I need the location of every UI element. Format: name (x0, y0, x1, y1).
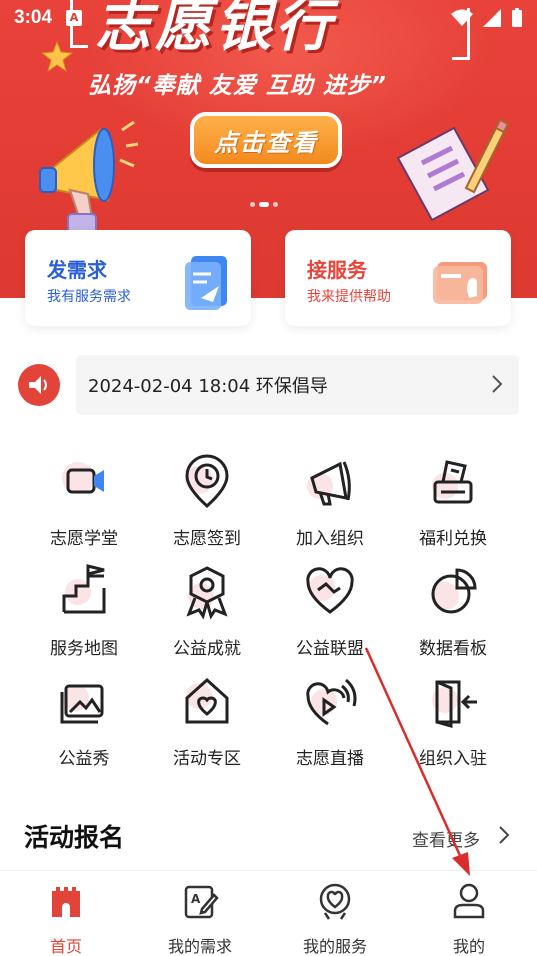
grid-item-label: 志愿直播 (296, 749, 364, 769)
status-bar: 3:04 A (0, 0, 537, 36)
carousel-dot (250, 202, 255, 207)
heart-badge-icon (319, 883, 351, 920)
tab-label: 首页 (49, 937, 82, 956)
provide-service-card[interactable]: 接服务 我来提供帮助 (285, 230, 511, 326)
tab-profile[interactable]: 我的 (409, 881, 529, 956)
pie-chart-icon (431, 568, 477, 614)
banner-view-button[interactable]: 点击查看 (190, 112, 342, 168)
heart-handshake-icon (306, 567, 354, 614)
carousel-indicator (250, 202, 278, 207)
notice-text: 2024-02-04 18:04 环保倡导 (88, 376, 328, 397)
banner-slogan: 弘扬“奉献 友爱 互助 进步” (88, 73, 387, 99)
grid-item-charity-show[interactable]: 公益秀 (22, 672, 146, 769)
grid-item-join-organization[interactable]: 加入组织 (268, 452, 392, 549)
live-heart-icon (306, 678, 357, 726)
grid-item-charity-alliance[interactable]: 公益联盟 (268, 562, 392, 659)
grid-item-label: 活动专区 (173, 749, 241, 769)
grid-item-label: 志愿学堂 (50, 529, 118, 549)
grid-item-label: 公益成就 (173, 639, 241, 659)
house-heart-icon (185, 677, 229, 724)
grid-item-organization-entry[interactable]: 组织入驻 (391, 672, 515, 769)
post-demand-title: 发需求 (47, 258, 107, 282)
chevron-right-icon[interactable] (498, 825, 510, 845)
edit-document-icon: A (184, 885, 219, 919)
grid-item-volunteer-checkin[interactable]: 志愿签到 (145, 452, 269, 549)
grid-item-label: 志愿签到 (173, 529, 241, 549)
video-camera-icon (62, 462, 104, 494)
chat-hand-icon (433, 262, 487, 304)
bottom-tab-bar: 首页 A 我的需求 我的服务 我的 (0, 870, 537, 956)
megaphone-illustration-icon (39, 120, 139, 237)
grid-item-service-map[interactable]: 服务地图 (22, 562, 146, 659)
grid-item-label: 数据看板 (419, 639, 487, 659)
chevron-right-icon (492, 375, 503, 393)
grid-item-activity-zone[interactable]: 活动专区 (145, 672, 269, 769)
banner-view-button-label: 点击查看 (194, 116, 338, 164)
status-time: 3:04 (14, 7, 53, 28)
post-demand-subtitle: 我有服务需求 (47, 289, 131, 305)
carousel-dot (273, 202, 278, 207)
grid-item-label: 公益秀 (58, 749, 110, 769)
user-icon (453, 883, 485, 919)
svg-text:A: A (191, 892, 201, 906)
grid-item-volunteer-school[interactable]: 志愿学堂 (22, 452, 146, 549)
grid-item-data-dashboard[interactable]: 数据看板 (391, 562, 515, 659)
megaphone-icon (307, 461, 351, 506)
document-pencil-illustration-icon (396, 118, 510, 222)
view-more-link[interactable]: 查看更多 (412, 826, 480, 851)
battery-icon (512, 8, 522, 27)
grid-item-label: 组织入驻 (419, 749, 487, 769)
grid-item-label: 服务地图 (50, 639, 118, 659)
post-demand-card[interactable]: 发需求 我有服务需求 (25, 230, 251, 326)
speaker-icon (18, 364, 60, 406)
clock-pin-icon (185, 454, 229, 509)
door-enter-icon (432, 680, 477, 728)
tab-label: 我的服务 (302, 937, 367, 956)
tab-label: 我的 (452, 937, 485, 956)
tab-label: 我的需求 (167, 937, 232, 956)
grid-item-label: 公益联盟 (296, 639, 364, 659)
notice-bar[interactable]: 2024-02-04 18:04 环保倡导 (76, 355, 519, 415)
signal-icon (483, 9, 501, 27)
provide-service-title: 接服务 (307, 258, 367, 282)
notification-badge: A (66, 10, 83, 26)
status-icons (451, 8, 523, 28)
grid-item-label: 福利兑换 (419, 529, 487, 549)
grid-item-volunteer-live[interactable]: 志愿直播 (268, 672, 392, 769)
tab-my-demands[interactable]: A 我的需求 (140, 881, 260, 956)
grid-item-label: 加入组织 (296, 529, 364, 549)
wifi-icon (451, 9, 473, 26)
grid-item-welfare-exchange[interactable]: 福利兑换 (391, 452, 515, 549)
carousel-dot-active (259, 202, 269, 207)
flag-map-icon (62, 564, 106, 614)
paper-plane-document-icon (185, 256, 227, 310)
tab-home[interactable]: 首页 (6, 881, 126, 956)
tab-my-services[interactable]: 我的服务 (275, 881, 395, 956)
provide-service-subtitle: 我来提供帮助 (307, 289, 391, 305)
grid-item-charity-achievement[interactable]: 公益成就 (145, 562, 269, 659)
star-icon (40, 40, 74, 73)
gift-box-icon (432, 460, 473, 504)
image-gallery-icon (60, 684, 104, 724)
medal-icon (186, 566, 228, 620)
home-castle-icon (52, 887, 80, 917)
activity-signup-title: 活动报名 (24, 823, 125, 852)
